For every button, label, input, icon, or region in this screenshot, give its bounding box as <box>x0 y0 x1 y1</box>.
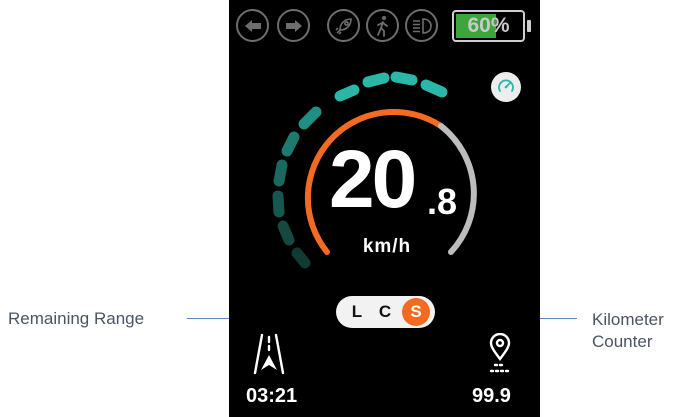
speed-unit: km/h <box>362 236 412 257</box>
mode-s[interactable]: S <box>402 298 430 326</box>
odometer-value: 99.9 <box>472 385 511 407</box>
speed-decimal: .8 <box>427 181 458 222</box>
scale-segment <box>298 106 322 130</box>
scale-segment <box>291 247 311 269</box>
mode-l[interactable]: L <box>343 298 371 326</box>
mode-c[interactable]: C <box>371 298 399 326</box>
scale-segment <box>362 72 390 88</box>
scale-segment <box>390 71 418 86</box>
kilometer-counter-annotation-line2: Counter <box>592 332 653 351</box>
speed-readout: 20 .8 <box>329 130 459 230</box>
ride-mode-selector[interactable]: L C S <box>336 296 435 328</box>
scale-segment <box>420 79 448 98</box>
display-screen: 60% 20 .8 km/h L C S 03:21 99.9 <box>229 0 540 417</box>
kilometer-counter-annotation-line1: Kilometer <box>592 310 664 329</box>
remaining-range-annotation: Remaining Range <box>8 309 145 328</box>
scale-segment <box>272 190 285 218</box>
remaining-range-value: 03:21 <box>246 385 298 407</box>
speed-integer: 20 <box>329 134 417 225</box>
scale-segment <box>334 84 360 102</box>
scale-segment <box>281 131 300 157</box>
road-icon <box>252 333 286 380</box>
location-pin-icon <box>485 332 515 382</box>
kilometer-counter-annotation: Kilometer Counter <box>592 309 664 353</box>
scale-segment <box>273 159 288 187</box>
scale-segment <box>277 220 295 246</box>
